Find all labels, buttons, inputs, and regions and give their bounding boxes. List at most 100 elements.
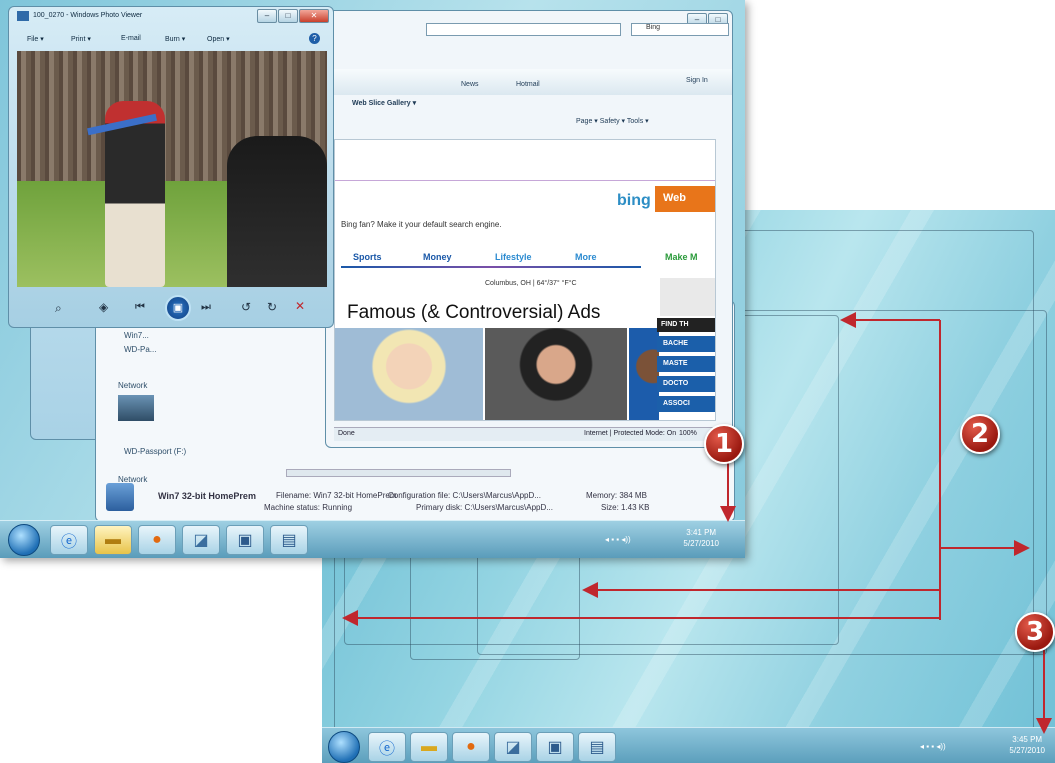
help-icon[interactable]: ? <box>309 33 320 44</box>
taskbar-ie-button[interactable]: ⓔ <box>50 525 88 555</box>
delete-icon[interactable]: ✕ <box>295 299 305 313</box>
photo-icon: ▣ <box>237 532 253 549</box>
command-bar: Page ▾ Safety ▾ Tools ▾ <box>326 117 732 131</box>
web-slice-gallery-link[interactable]: Web Slice Gallery ▾ <box>352 99 416 107</box>
nav-sports[interactable]: Sports <box>353 252 382 262</box>
command-buttons[interactable]: Page ▾ Safety ▾ Tools ▾ <box>576 117 649 125</box>
thumbnail[interactable] <box>118 395 154 421</box>
fit-icon[interactable]: ◈ <box>99 300 108 314</box>
sidebar-button[interactable]: MASTE <box>657 356 715 372</box>
system-tray[interactable]: ◂ ▪ ▪ ◂)) <box>605 535 631 544</box>
app-icon <box>17 11 29 21</box>
sidebar-button[interactable]: DOCTO <box>657 376 715 392</box>
taskbar-media-button[interactable]: ● <box>138 525 176 555</box>
system-tray[interactable]: ◂ ▪ ▪ ◂)) <box>920 742 946 751</box>
maximize-button[interactable]: □ <box>278 9 298 23</box>
nav-make[interactable]: Make M <box>665 252 698 262</box>
toolbar: News Hotmail Sign In <box>326 69 732 95</box>
nav-lifestyle[interactable]: Lifestyle <box>495 252 532 262</box>
start-orb[interactable] <box>8 524 40 556</box>
sidebar-button[interactable]: BACHE <box>657 336 715 352</box>
nav-underline <box>341 266 641 268</box>
taskbar-media-button[interactable]: ● <box>452 732 490 762</box>
clock-date: 5/27/2010 <box>1009 746 1045 755</box>
window-icon: ◪ <box>505 739 521 756</box>
photo-umpire <box>227 136 327 287</box>
toolbar-button[interactable]: Hotmail <box>516 81 540 88</box>
weather-widget[interactable]: Columbus, OH | 64°/37° °F°C <box>485 280 577 287</box>
vm-icon: ▤ <box>589 739 605 756</box>
taskbar-app-button[interactable]: ◪ <box>182 525 220 555</box>
taskbar-app-button[interactable]: ▤ <box>270 525 308 555</box>
explorer-item[interactable]: Win7... <box>124 331 149 340</box>
rotate-left-icon[interactable]: ↺ <box>241 300 251 314</box>
zoom-icon[interactable]: ⌕ <box>55 301 62 316</box>
next-icon[interactable]: ⏭ <box>201 301 211 314</box>
ie-window[interactable]: – □ Bing News Hotmail Sign In Web Slice … <box>325 10 733 448</box>
window-title: 100_0270 - Windows Photo Viewer <box>33 12 143 19</box>
ie-icon: ⓔ <box>378 741 395 758</box>
detail-field: Machine status: Running <box>264 503 353 512</box>
close-button[interactable]: ✕ <box>299 9 329 23</box>
taskbar-ie-button[interactable]: ⓔ <box>368 732 406 762</box>
front-clock[interactable]: 3:41 PM 5/27/2010 <box>683 527 719 549</box>
bing-logo[interactable]: bing <box>617 192 651 210</box>
slideshow-button[interactable]: ▣ <box>165 295 191 321</box>
start-orb[interactable] <box>328 731 360 763</box>
taskbar-app-button[interactable]: ▣ <box>536 732 574 762</box>
callout-3: 3 <box>1015 612 1055 652</box>
menu-file[interactable]: File ▾ <box>27 35 44 43</box>
ad-photo-3[interactable] <box>629 328 659 420</box>
horizontal-scrollbar[interactable] <box>286 469 511 477</box>
explorer-item[interactable]: Network <box>118 381 147 390</box>
university-ad[interactable] <box>660 278 715 316</box>
ie-icon: ⓔ <box>60 534 77 551</box>
taskbar-app-button[interactable]: ▤ <box>578 732 616 762</box>
window-controls: – □ ✕ <box>257 9 329 23</box>
window-icon: ◪ <box>193 532 209 549</box>
vm-icon <box>106 483 134 511</box>
taskbar-explorer-button[interactable]: ▬ <box>94 525 132 555</box>
minimize-button[interactable]: – <box>257 9 277 23</box>
detail-field: Memory: 384 MB <box>586 491 647 500</box>
taskbar-explorer-button[interactable]: ▬ <box>410 732 448 762</box>
search-box[interactable]: Bing <box>631 23 729 36</box>
detail-field: Filename: Win7 32-bit HomePrem <box>276 491 397 500</box>
callout-2: 2 <box>960 414 1000 454</box>
nav-more[interactable]: More <box>575 252 597 262</box>
web-search-button[interactable]: Web <box>655 186 715 212</box>
sidebar-button[interactable]: ASSOCI <box>657 396 715 412</box>
media-player-icon: ● <box>466 738 476 755</box>
nav-money[interactable]: Money <box>423 252 452 262</box>
menu-burn[interactable]: Burn ▾ <box>165 35 185 43</box>
zoom-level[interactable]: 100% <box>679 430 697 437</box>
taskbar-app-button[interactable]: ◪ <box>494 732 532 762</box>
previous-icon[interactable]: ⏮ <box>135 301 145 314</box>
rotate-right-icon[interactable]: ↻ <box>267 300 277 314</box>
rear-clock[interactable]: 3:45 PM 5/27/2010 <box>1009 734 1045 756</box>
favorites-bar: Web Slice Gallery ▾ <box>326 99 732 113</box>
status-text: Done <box>338 430 355 437</box>
front-taskbar: ⓔ ▬ ● ◪ ▣ ▤ ◂ ▪ ▪ ◂)) 3:41 PM 5/27/2010 <box>0 520 745 558</box>
menu-open[interactable]: Open ▾ <box>207 35 230 43</box>
taskbar-app-button[interactable]: ▣ <box>226 525 264 555</box>
rear-taskbar: ⓔ ▬ ● ◪ ▣ ▤ ◂ ▪ ▪ ◂)) 3:45 PM 5/27/2010 <box>322 727 1055 763</box>
explorer-item[interactable]: WD-Passport (F:) <box>124 447 186 456</box>
menu-print[interactable]: Print ▾ <box>71 35 91 43</box>
explorer-item[interactable]: WD-Pa... <box>124 345 156 354</box>
photo-viewer-window[interactable]: 100_0270 - Windows Photo Viewer – □ ✕ Fi… <box>8 6 334 328</box>
tagline[interactable]: Bing fan? Make it your default search en… <box>341 220 502 229</box>
folder-icon: ▬ <box>421 738 437 755</box>
viewer-controls: ⌕ ◈ ⏮ ▣ ⏭ ↺ ↻ ✕ <box>17 295 327 323</box>
headline[interactable]: Famous (& Controversial) Ads <box>347 302 600 324</box>
toolbar-button[interactable]: News <box>461 81 479 88</box>
security-zone[interactable]: Internet | Protected Mode: On <box>584 430 676 437</box>
menu-email[interactable]: E-mail <box>121 35 141 42</box>
sign-in-link[interactable]: Sign In <box>686 77 708 84</box>
photo-icon: ▣ <box>547 739 563 756</box>
address-bar[interactable] <box>426 23 621 36</box>
detail-field: Primary disk: C:\Users\Marcus\AppD... <box>416 503 553 512</box>
folder-icon: ▬ <box>105 531 121 548</box>
ad-photo-1[interactable] <box>335 328 483 420</box>
ad-photo-2[interactable] <box>485 328 627 420</box>
